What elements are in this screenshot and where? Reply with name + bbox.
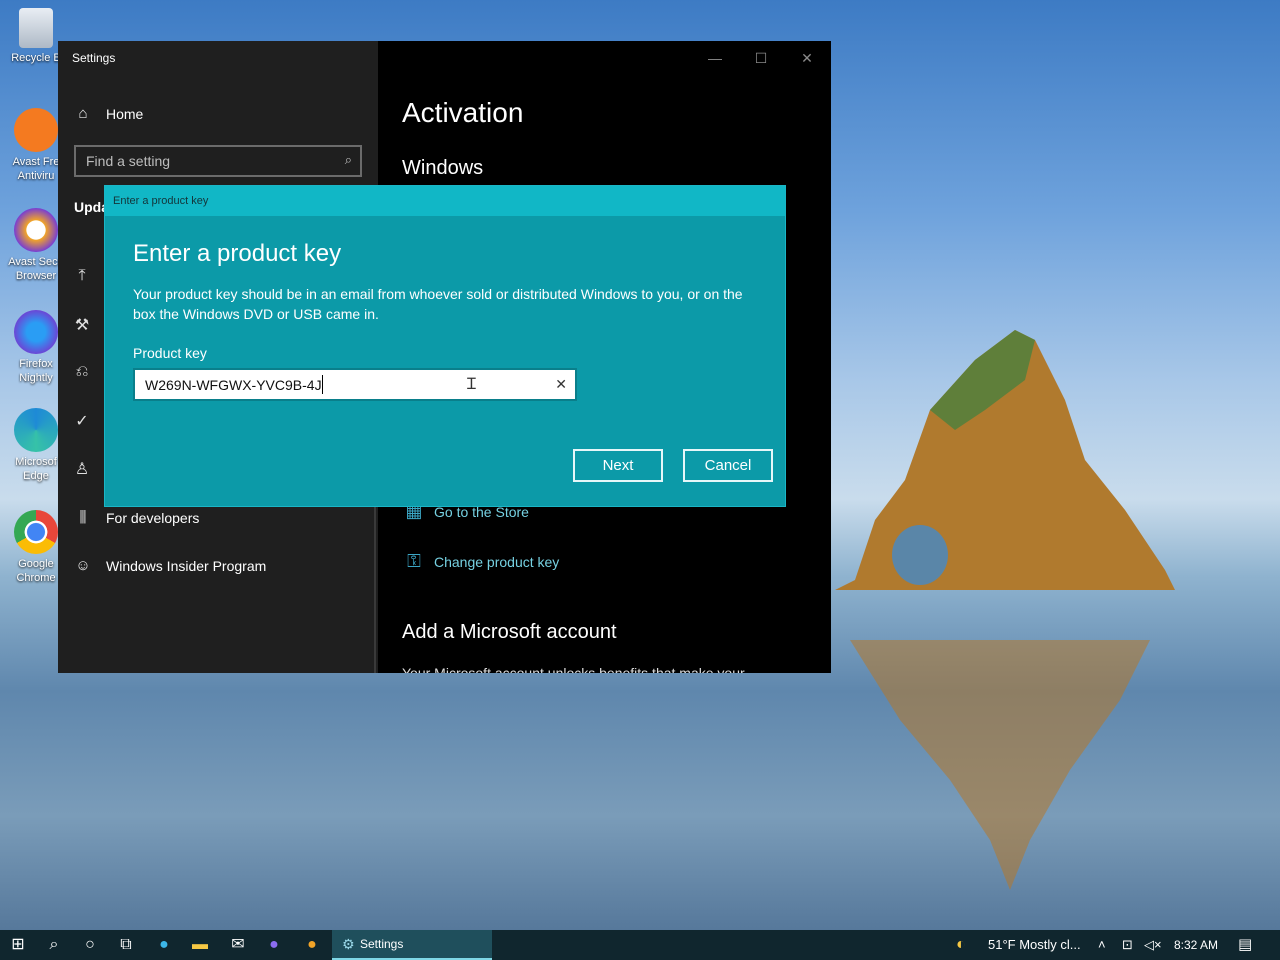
dialog-titlebar: Enter a product key — [105, 186, 785, 216]
edge-icon — [14, 408, 58, 452]
nav-home-label: Home — [106, 105, 144, 122]
taskbar-settings-label: Settings — [360, 937, 404, 951]
dialog-description: Your product key should be in an email f… — [133, 286, 743, 322]
search-placeholder: Find a setting — [86, 153, 171, 169]
desktop-icon-label: Firefox — [19, 358, 53, 370]
taskbar: ⊞ ⌕ ○ ⧉ ● ▬ ✉ ● ● ⚙ Settings ◐ 51°F Most… — [0, 930, 1280, 960]
start-icon[interactable]: ⊞ — [0, 930, 36, 960]
network-icon[interactable]: ⊡ — [1122, 930, 1133, 960]
dialog-heading: Enter a product key — [133, 240, 342, 267]
clock[interactable]: 8:32 AM — [1174, 930, 1218, 960]
next-button[interactable]: Next — [573, 449, 663, 482]
search-input[interactable]: Find a setting ⌕ — [74, 145, 362, 177]
close-button[interactable]: ✕ — [790, 47, 824, 69]
insider-icon: ☺ — [75, 557, 91, 574]
add-account-heading: Add a Microsoft account — [402, 621, 617, 643]
taskbar-settings-button[interactable]: ⚙ Settings — [332, 930, 492, 960]
home-icon: ⌂ — [78, 105, 88, 122]
desktop-icon-label: Antiviru — [17, 170, 55, 182]
cancel-button[interactable]: Cancel — [683, 449, 773, 482]
avast-browser-icon — [14, 208, 58, 252]
window-title: Settings — [72, 51, 116, 65]
desktop-icon-label: Nightly — [19, 372, 53, 384]
search-icon[interactable]: ⌕ — [36, 930, 72, 960]
firefox-nightly-icon — [14, 310, 58, 354]
cortana-icon[interactable]: ○ — [72, 930, 108, 960]
product-key-label: Product key — [133, 345, 207, 361]
weather-text[interactable]: 51°F Mostly cl... — [988, 930, 1081, 960]
desktop-icon-label: Google — [18, 558, 54, 570]
activation-icon[interactable]: ✓ — [72, 411, 92, 431]
wallpaper-rock — [835, 330, 1175, 590]
troubleshoot-icon[interactable]: ⚒ — [72, 315, 92, 335]
desktop-icon-label: Recycle B — [11, 52, 61, 64]
product-key-value: W269N-WFGWX-YVC9B-4J — [145, 377, 322, 393]
desktop-icon-label: Browser — [15, 270, 57, 282]
page-title: Activation — [402, 97, 524, 128]
recovery-icon[interactable]: ⎌ — [72, 363, 92, 381]
clear-icon[interactable]: ✕ — [555, 376, 567, 393]
section-windows-heading: Windows — [402, 157, 484, 179]
recycle-bin-icon — [19, 8, 53, 48]
scrollbar[interactable] — [374, 506, 376, 673]
find-device-icon[interactable]: ♙ — [72, 459, 92, 479]
desktop-icon-label: Edge — [23, 470, 49, 482]
volume-muted-icon[interactable]: ◁× — [1144, 930, 1162, 960]
firefox-taskbar-icon[interactable]: ● — [256, 930, 292, 960]
settings-gear-icon: ⚙ — [342, 936, 355, 952]
chevron-up-icon[interactable]: ˄ — [1098, 930, 1106, 960]
maximize-button[interactable]: ☐ — [744, 47, 778, 69]
text-caret — [322, 375, 323, 394]
task-view-icon[interactable]: ⧉ — [108, 930, 144, 960]
mail-icon[interactable]: ✉ — [220, 930, 256, 960]
desktop-icon-label: Chrome — [16, 572, 56, 584]
wallpaper-reflection — [850, 640, 1150, 890]
nav-windows-insider-label: Windows Insider Program — [106, 557, 267, 574]
product-key-input[interactable]: W269N-WFGWX-YVC9B-4J Ɪ ✕ — [133, 368, 577, 401]
weather-icon[interactable]: ◐ — [956, 930, 966, 960]
windows-update-icon[interactable]: ⤒ — [72, 267, 92, 285]
desktop-icon-label: Microsof — [15, 456, 57, 468]
change-product-key-link[interactable]: ⚿ Change product key — [402, 551, 559, 572]
search-icon: ⌕ — [344, 152, 352, 167]
chrome-icon — [14, 510, 58, 554]
nav-home[interactable]: ⌂ Home — [74, 105, 143, 122]
avast-browser-taskbar-icon[interactable]: ● — [294, 930, 330, 960]
avast-icon — [14, 108, 58, 152]
notification-icon[interactable]: ▤ — [1238, 930, 1252, 960]
nav-windows-insider[interactable]: ☺ Windows Insider Program — [74, 557, 266, 574]
nav-for-developers-label: For developers — [106, 509, 200, 526]
add-account-text: Your Microsoft account unlocks benefits … — [402, 665, 745, 673]
minimize-button[interactable]: — — [698, 47, 732, 69]
product-key-dialog: Enter a product key Enter a product key … — [104, 185, 786, 507]
edge-taskbar-icon[interactable]: ● — [146, 930, 182, 960]
desktop-icon-label: Avast Fre — [12, 156, 60, 168]
ibeam-cursor-icon: Ɪ — [467, 376, 476, 393]
file-explorer-icon[interactable]: ▬ — [182, 930, 218, 960]
desktop-icon-label: Avast Secu — [8, 256, 64, 268]
developer-icon: ⫼ — [79, 509, 87, 526]
key-icon: ⚿ — [407, 551, 421, 571]
nav-for-developers[interactable]: ⫼ For developers — [74, 509, 200, 526]
change-product-key-label: Change product key — [434, 553, 560, 570]
dialog-titlebar-text: Enter a product key — [113, 195, 209, 207]
